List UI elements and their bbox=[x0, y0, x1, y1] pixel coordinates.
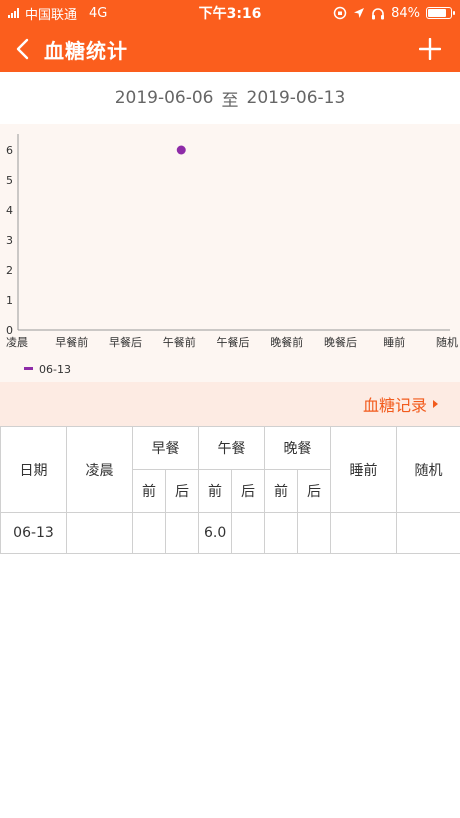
cell-random bbox=[396, 512, 460, 554]
y-tick-label: 1 bbox=[6, 294, 13, 307]
y-tick-label: 6 bbox=[6, 144, 13, 157]
plus-icon bbox=[419, 38, 441, 60]
battery-percent: 84% bbox=[391, 5, 420, 21]
x-tick-label: 晚餐前 bbox=[270, 335, 303, 349]
signal-icon bbox=[8, 8, 19, 18]
x-tick-label: 午餐前 bbox=[163, 335, 196, 349]
header-breakfast-after: 后 bbox=[165, 469, 199, 513]
carrier-name: 中国联通 bbox=[25, 7, 78, 23]
blood-glucose-chart: 0 1 2 3 4 5 6 凌晨 早餐前 早餐后 午餐前 午餐后 晚餐前 晚餐后 睡前 随机 06-13 bbox=[0, 124, 460, 382]
range-end: 2019-06-13 bbox=[246, 88, 346, 108]
triangle-right-icon bbox=[433, 400, 438, 408]
cell-dinner-before bbox=[264, 512, 298, 554]
chart-svg: 0123456凌晨 早餐前 早餐后 午餐前 午餐后 晚餐前 晚餐后 睡前 随机06-13 bbox=[6, 134, 458, 376]
header-breakfast-before: 前 bbox=[132, 469, 166, 513]
header-dinner-before: 前 bbox=[264, 469, 298, 513]
nav-bar: 血糖统计 bbox=[0, 26, 460, 72]
cell-date: 06-13 bbox=[0, 512, 67, 554]
cell-dinner-after bbox=[297, 512, 331, 554]
header-random: 随机 bbox=[396, 426, 460, 513]
header-dinner-after: 后 bbox=[297, 469, 331, 513]
header-early: 凌晨 bbox=[66, 426, 133, 513]
battery-icon bbox=[426, 7, 455, 19]
x-tick-label: 午餐后 bbox=[217, 335, 250, 349]
y-tick-label: 4 bbox=[6, 204, 13, 217]
range-start: 2019-06-06 bbox=[114, 88, 214, 108]
x-tick-label: 晚餐后 bbox=[324, 335, 357, 349]
chevron-left-icon bbox=[16, 38, 29, 60]
back-button[interactable] bbox=[0, 26, 44, 72]
status-left: 中国联通 4G bbox=[8, 4, 107, 23]
status-right: 84% bbox=[333, 5, 455, 21]
cell-breakfast-after bbox=[165, 512, 199, 554]
legend-swatch bbox=[24, 367, 33, 370]
header-date: 日期 bbox=[0, 426, 67, 513]
x-tick-label: 早餐前 bbox=[55, 335, 88, 349]
cell-early bbox=[66, 512, 133, 554]
y-tick-label: 5 bbox=[6, 174, 13, 187]
header-bedtime: 睡前 bbox=[330, 426, 397, 513]
date-range[interactable]: 2019-06-06 至 2019-06-13 bbox=[0, 72, 460, 124]
orientation-lock-icon bbox=[333, 6, 347, 20]
cell-bedtime bbox=[330, 512, 397, 554]
records-link[interactable]: 血糖记录 bbox=[0, 382, 460, 426]
legend-label: 06-13 bbox=[39, 363, 71, 376]
headphones-icon bbox=[372, 7, 385, 19]
table-row[interactable]: 06-13 6.0 bbox=[0, 512, 460, 554]
header-lunch: 午餐 bbox=[198, 426, 265, 470]
table-header-row: 日期 凌晨 早餐 午餐 晚餐 睡前 随机 bbox=[0, 426, 460, 513]
cell-breakfast-before bbox=[132, 512, 166, 554]
status-bar: 中国联通 4G 下午3:16 84% bbox=[0, 0, 460, 26]
y-tick-label: 2 bbox=[6, 264, 13, 277]
x-tick-label: 凌晨 bbox=[6, 335, 28, 349]
network-type: 4G bbox=[89, 5, 108, 21]
header-lunch-after: 后 bbox=[231, 469, 265, 513]
location-icon bbox=[354, 8, 365, 18]
range-separator: 至 bbox=[221, 90, 239, 111]
x-tick-label: 随机 bbox=[436, 335, 458, 349]
header-dinner: 晚餐 bbox=[264, 426, 331, 470]
header-lunch-before: 前 bbox=[198, 469, 232, 513]
x-tick-label: 睡前 bbox=[383, 335, 405, 349]
cell-lunch-before: 6.0 bbox=[198, 512, 232, 554]
data-point bbox=[176, 145, 186, 155]
glucose-table: 日期 凌晨 早餐 午餐 晚餐 睡前 随机 前 后 前 后 前 后 06-13 6… bbox=[0, 426, 460, 554]
page-title: 血糖统计 bbox=[44, 38, 128, 63]
records-label: 血糖记录 bbox=[362, 396, 427, 415]
header-breakfast: 早餐 bbox=[132, 426, 199, 470]
x-tick-label: 早餐后 bbox=[109, 335, 142, 349]
y-tick-label: 3 bbox=[6, 234, 13, 247]
cell-lunch-after bbox=[231, 512, 265, 554]
add-record-button[interactable] bbox=[410, 26, 450, 72]
